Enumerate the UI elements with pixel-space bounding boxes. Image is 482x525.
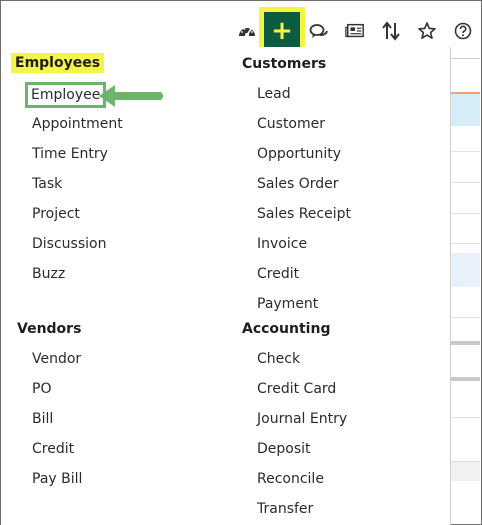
menu-item-journal-entry[interactable]: Journal Entry <box>257 411 347 427</box>
menu-item-credit[interactable]: Credit <box>257 266 299 282</box>
background-divider <box>451 417 480 418</box>
help-icon[interactable] <box>453 21 473 41</box>
sort-icon[interactable] <box>381 21 401 41</box>
menu-item-vendor[interactable]: Vendor <box>32 351 81 367</box>
background-row-highlight <box>451 253 480 287</box>
menu-item-appointment[interactable]: Appointment <box>32 116 123 132</box>
customers-heading: Customers <box>242 56 327 72</box>
menu-item-invoice[interactable]: Invoice <box>257 236 307 252</box>
menu-item-deposit[interactable]: Deposit <box>257 441 311 457</box>
background-divider <box>451 243 480 244</box>
menu-item-opportunity[interactable]: Opportunity <box>257 146 341 162</box>
background-footer <box>451 461 480 481</box>
menu-item-discussion[interactable]: Discussion <box>32 236 106 252</box>
chat-icon[interactable] <box>309 21 329 41</box>
background-divider <box>451 151 480 152</box>
menu-item-payment[interactable]: Payment <box>257 296 318 312</box>
accounting-heading: Accounting <box>242 321 331 337</box>
menu-item-sales-order[interactable]: Sales Order <box>257 176 339 192</box>
callout-arrow-icon <box>99 85 163 107</box>
top-toolbar: + <box>1 5 482 55</box>
menu-item-lead[interactable]: Lead <box>257 86 291 102</box>
background-divider <box>451 377 480 381</box>
menu-item-time-entry[interactable]: Time Entry <box>32 146 108 162</box>
menu-item-reconcile[interactable]: Reconcile <box>257 471 324 487</box>
background-divider <box>451 58 480 59</box>
menu-item-project[interactable]: Project <box>32 206 80 222</box>
menu-item-task[interactable]: Task <box>32 176 62 192</box>
menu-item-buzz[interactable]: Buzz <box>32 266 65 282</box>
dashboard-icon[interactable] <box>237 21 257 41</box>
menu-item-pay-bill[interactable]: Pay Bill <box>32 471 82 487</box>
menu-item-customer[interactable]: Customer <box>257 116 325 132</box>
add-icon: + <box>271 16 293 46</box>
background-divider <box>451 213 480 214</box>
news-icon[interactable] <box>345 21 365 41</box>
background-divider <box>451 182 480 183</box>
background-divider <box>451 341 480 345</box>
employees-heading: Employees <box>11 53 105 73</box>
add-button[interactable]: + <box>264 12 300 50</box>
menu-item-credit-card[interactable]: Credit Card <box>257 381 336 397</box>
background-divider <box>451 317 480 318</box>
vendors-heading: Vendors <box>17 321 82 337</box>
menu-item-sales-receipt[interactable]: Sales Receipt <box>257 206 351 222</box>
menu-item-transfer[interactable]: Transfer <box>257 501 313 517</box>
menu-item-po[interactable]: PO <box>32 381 51 397</box>
menu-item-employee[interactable]: Employee <box>25 82 107 108</box>
menu-item-bill[interactable]: Bill <box>32 411 53 427</box>
menu-item-vendor-credit[interactable]: Credit <box>32 441 74 457</box>
star-icon[interactable] <box>417 21 437 41</box>
background-row-highlight <box>451 94 480 126</box>
menu-item-check[interactable]: Check <box>257 351 300 367</box>
app-window: + Employees Employee Appointment Time En… <box>0 0 482 525</box>
